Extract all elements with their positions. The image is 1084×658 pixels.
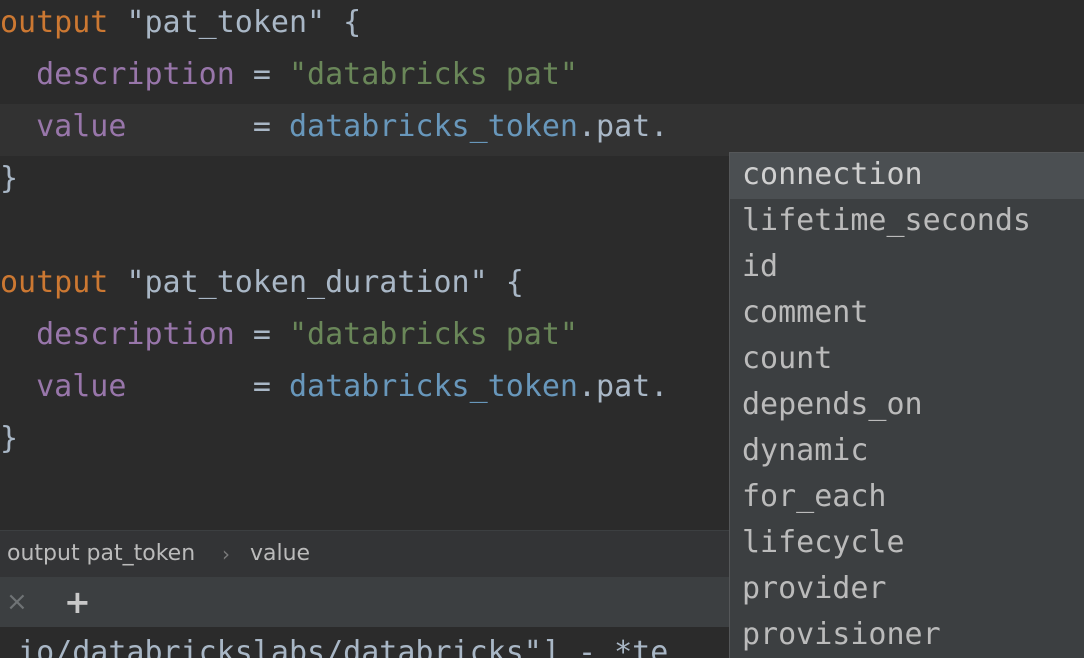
code-token: {: [487, 265, 524, 300]
completion-item[interactable]: lifetime_seconds: [730, 199, 1084, 245]
code-token: databricks_token: [289, 109, 578, 144]
code-token: output: [0, 5, 109, 40]
breadcrumb-item-value[interactable]: value: [250, 541, 310, 566]
code-token: .pat.: [577, 109, 669, 144]
code-line[interactable]: value = databricks_token.pat.: [0, 104, 1084, 156]
code-line[interactable]: output "pat_token" {: [0, 0, 1084, 52]
code-token: =: [234, 57, 289, 92]
completion-popup[interactable]: connection lifetime_seconds id comment count…: [729, 152, 1084, 658]
code-token: databricks_token: [289, 369, 578, 404]
code-token: =: [234, 317, 289, 352]
code-token: value: [36, 369, 127, 404]
code-token: "databricks pat": [289, 57, 578, 92]
code-token: description: [36, 317, 235, 352]
code-token: value: [36, 109, 127, 144]
completion-item[interactable]: comment: [730, 291, 1084, 337]
completion-item[interactable]: dynamic: [730, 429, 1084, 475]
code-token: }: [0, 161, 19, 196]
completion-item[interactable]: provider: [730, 567, 1084, 613]
terminal-output-text: io/databrickslabs/databricks"] - *te: [0, 635, 669, 658]
code-token: =: [126, 369, 289, 404]
code-token: "pat_token": [126, 5, 326, 40]
code-token: .pat.: [577, 369, 669, 404]
completion-item[interactable]: depends_on: [730, 383, 1084, 429]
completion-item[interactable]: count: [730, 337, 1084, 383]
code-line[interactable]: description = "databricks pat": [0, 52, 1084, 104]
code-token: output: [0, 265, 109, 300]
chevron-right-icon: ›: [222, 542, 230, 566]
completion-item[interactable]: connection: [730, 153, 1084, 199]
close-icon[interactable]: ×: [6, 587, 28, 617]
code-token: "pat_token_duration": [126, 265, 488, 300]
add-icon[interactable]: +: [64, 583, 91, 621]
completion-item[interactable]: for_each: [730, 475, 1084, 521]
code-token: }: [0, 421, 19, 456]
code-token: description: [36, 57, 235, 92]
code-token: {: [325, 5, 362, 40]
code-token: =: [126, 109, 289, 144]
completion-item[interactable]: lifecycle: [730, 521, 1084, 567]
completion-item[interactable]: id: [730, 245, 1084, 291]
code-token: "databricks pat": [289, 317, 578, 352]
completion-item[interactable]: provisioner: [730, 613, 1084, 658]
breadcrumb-item-output[interactable]: output pat_token: [7, 541, 195, 566]
